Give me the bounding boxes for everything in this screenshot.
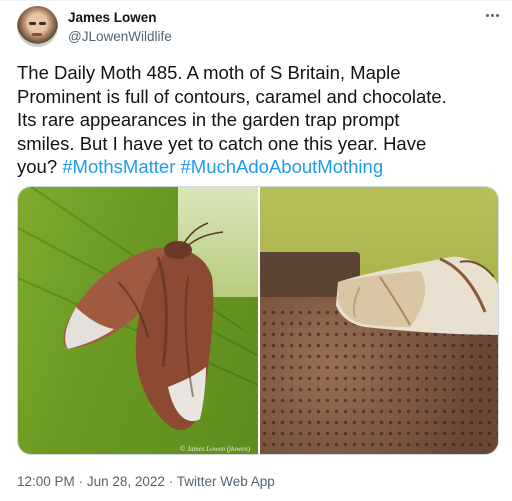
tweet-text-segment: you?: [17, 156, 58, 177]
source-app[interactable]: Twitter Web App: [177, 474, 275, 489]
tweet-text-line: smiles. But I have yet to catch one this…: [17, 132, 427, 154]
avatar-eye-right: [39, 22, 46, 25]
author-handle[interactable]: @JLowenWildlife: [68, 29, 172, 44]
tweet-text-line: The Daily Moth 485. A moth of S Britain,…: [17, 62, 401, 83]
photo-watermark: © James Lowen (jlowen): [180, 445, 251, 453]
tweet-text: The Daily Moth 485. A moth of S Britain,…: [17, 61, 501, 179]
hashtag-link[interactable]: #MothsMatter: [62, 156, 175, 177]
tweet-metadata: 12:00 PM · Jun 28, 2022 · Twitter Web Ap…: [17, 474, 275, 489]
separator: ·: [168, 474, 174, 489]
more-dot-icon: [490, 13, 494, 17]
photo-moth-on-leaf[interactable]: © James Lowen (jlowen): [18, 187, 258, 454]
more-options-button[interactable]: [481, 4, 503, 26]
tweet-text-line: you? #MothsMatter #MuchAdoAboutMothing: [17, 155, 501, 179]
avatar-eye-left: [29, 22, 36, 25]
tweet[interactable]: James Lowen @JLowenWildlife The Daily Mo…: [0, 0, 512, 501]
moth-illustration: [336, 256, 498, 335]
hashtag-link[interactable]: #MuchAdoAboutMothing: [181, 156, 384, 177]
tweet-date[interactable]: Jun 28, 2022: [87, 474, 165, 489]
avatar[interactable]: [17, 6, 58, 47]
author-name[interactable]: James Lowen: [68, 10, 157, 25]
more-dot-icon: [495, 13, 499, 17]
moth-illustration: [63, 222, 224, 431]
tweet-text-line: Prominent is full of contours, caramel a…: [17, 85, 447, 107]
tweet-text-line: Its rare appearances in the garden trap …: [17, 109, 400, 130]
photo-moth-on-bark[interactable]: [260, 187, 498, 454]
tweet-time[interactable]: 12:00 PM: [17, 474, 75, 489]
media-grid: © James Lowen (jlowen): [17, 186, 499, 455]
separator: ·: [78, 474, 84, 489]
more-dot-icon: [485, 13, 489, 17]
avatar-mouth: [32, 33, 42, 36]
